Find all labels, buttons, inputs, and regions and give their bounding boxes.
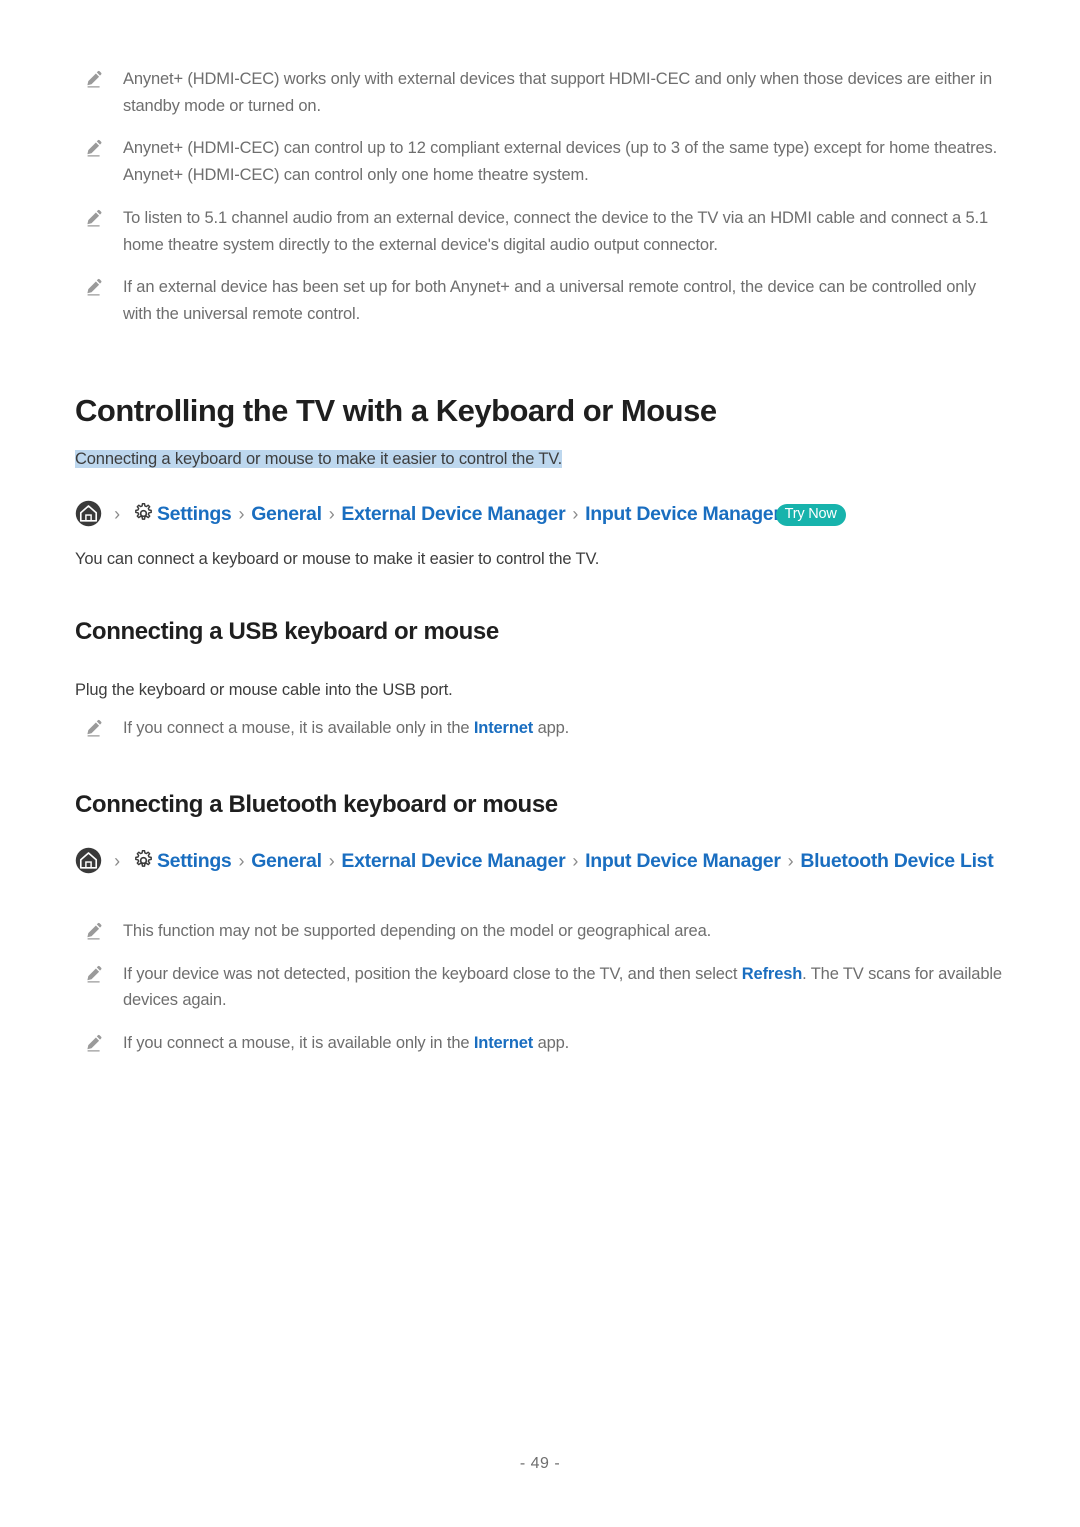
breadcrumb-crumb-general[interactable]: General — [251, 503, 322, 525]
page-number: - 49 - — [519, 1455, 561, 1472]
breadcrumb-crumb-settings[interactable]: Settings — [157, 503, 232, 525]
breadcrumb-crumb-bluetooth-device-list[interactable]: Bluetooth Device List — [800, 850, 993, 872]
breadcrumb-bluetooth: › Settings › General › External Device Manag… — [75, 847, 1005, 877]
manual-page: Anynet+ (HDMI-CEC) works only with exter… — [0, 0, 1080, 1527]
breadcrumb-separator: › — [787, 851, 794, 871]
home-icon[interactable] — [75, 500, 102, 527]
pencil-icon — [85, 964, 105, 984]
list-item: To listen to 5.1 channel audio from an e… — [75, 205, 1005, 258]
inline-link-internet[interactable]: Internet — [474, 719, 533, 737]
breadcrumb-crumb-external-device-manager[interactable]: External Device Manager — [341, 850, 565, 872]
list-item: Anynet+ (HDMI-CEC) works only with exter… — [75, 66, 1005, 119]
note-text-before: If you connect a mouse, it is available … — [123, 719, 474, 737]
breadcrumb-crumb-input-device-manager[interactable]: Input Device Manager — [585, 503, 781, 525]
breadcrumb: › Settings › General › External Device Manag… — [75, 500, 1005, 530]
summary-text: Connecting a keyboard or mouse to make i… — [75, 450, 563, 468]
inline-link-refresh[interactable]: Refresh — [742, 965, 803, 983]
list-item: If your device was not detected, positio… — [75, 961, 1005, 1014]
breadcrumb-crumb-external-device-manager[interactable]: External Device Manager — [341, 503, 565, 525]
note-text: If an external device has been set up fo… — [123, 278, 976, 324]
list-item: If you connect a mouse, it is available … — [75, 715, 1005, 742]
usb-section-body: Plug the keyboard or mouse cable into th… — [75, 681, 453, 699]
note-list-usb: If you connect a mouse, it is available … — [75, 715, 1005, 742]
breadcrumb-separator: › — [238, 851, 245, 871]
list-item: This function may not be supported depen… — [75, 918, 1005, 945]
home-icon[interactable] — [75, 847, 102, 874]
note-text: Anynet+ (HDMI-CEC) can control up to 12 … — [123, 139, 998, 185]
page-title: Controlling the TV with a Keyboard or Mo… — [75, 393, 717, 428]
section-summary: Connecting a keyboard or mouse to make i… — [75, 447, 1005, 473]
pencil-icon — [85, 69, 105, 89]
pencil-icon — [85, 1033, 105, 1053]
note-text-before: If you connect a mouse, it is available … — [123, 1034, 474, 1053]
note-text-before: This function may not be supported depen… — [123, 922, 712, 940]
breadcrumb-separator: › — [572, 851, 579, 871]
note-text-after: app. — [533, 1034, 570, 1053]
bluetooth-section-heading: Connecting a Bluetooth keyboard or mouse — [75, 791, 558, 818]
breadcrumb-crumb-general[interactable]: General — [251, 850, 322, 872]
note-text-before: If your device was not detected, positio… — [123, 964, 742, 983]
breadcrumb-separator: › — [238, 504, 245, 524]
breadcrumb-separator: › — [328, 851, 335, 871]
list-item: If an external device has been set up fo… — [75, 274, 1005, 327]
list-item: If you connect a mouse, it is available … — [75, 1030, 1005, 1057]
usb-section-heading: Connecting a USB keyboard or mouse — [75, 618, 499, 645]
pencil-icon — [85, 208, 105, 228]
gear-icon[interactable] — [132, 502, 155, 525]
note-text: To listen to 5.1 channel audio from an e… — [123, 208, 988, 254]
pencil-icon — [85, 718, 105, 738]
intro-paragraph: You can connect a keyboard or mouse to m… — [75, 550, 600, 568]
breadcrumb-separator: › — [114, 504, 120, 524]
pencil-icon — [85, 277, 105, 297]
list-item: Anynet+ (HDMI-CEC) can control up to 12 … — [75, 135, 1005, 188]
pencil-icon — [85, 138, 105, 158]
note-text: Anynet+ (HDMI-CEC) works only with exter… — [123, 70, 993, 115]
inline-link-internet[interactable]: Internet — [474, 1034, 533, 1052]
breadcrumb-separator: › — [572, 504, 579, 524]
breadcrumb-crumb-settings[interactable]: Settings — [157, 850, 232, 872]
note-list-bluetooth: This function may not be supported depen… — [75, 918, 1005, 1057]
breadcrumb-separator: › — [328, 504, 335, 524]
pencil-icon — [85, 921, 105, 941]
breadcrumb-crumb-input-device-manager[interactable]: Input Device Manager — [585, 850, 781, 872]
breadcrumb-separator: › — [114, 851, 120, 871]
gear-icon[interactable] — [132, 849, 155, 872]
note-text-after: app. — [533, 719, 570, 737]
try-now-badge[interactable]: Try Now — [775, 504, 846, 526]
note-list-anynet: Anynet+ (HDMI-CEC) works only with exter… — [75, 66, 1005, 328]
